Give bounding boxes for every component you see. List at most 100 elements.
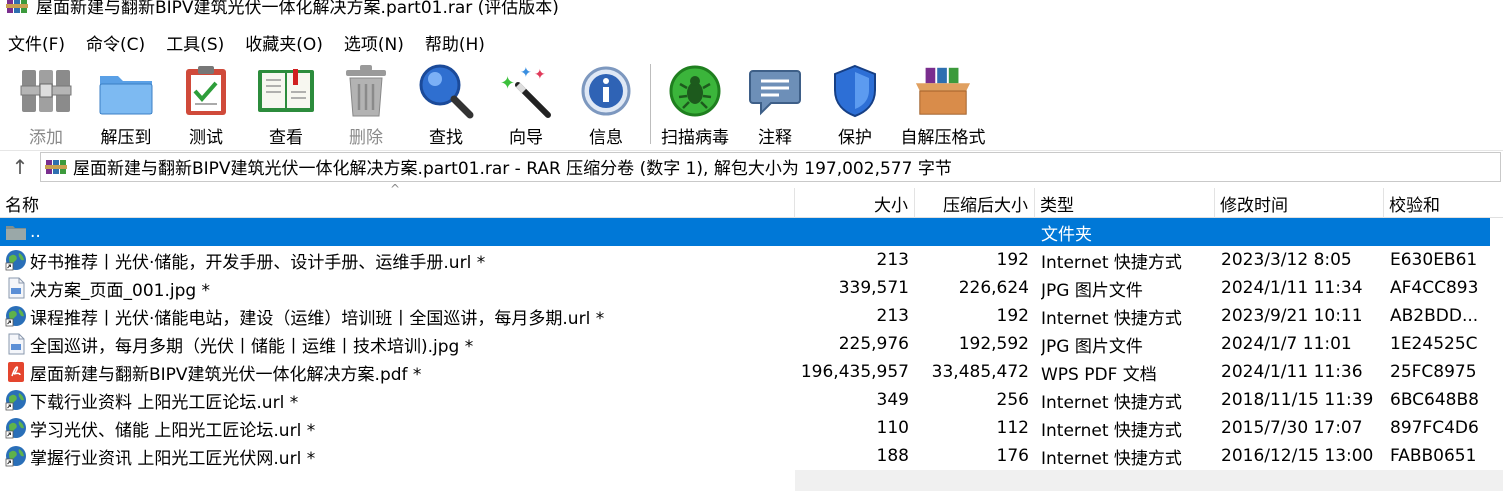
cell-type: 文件夹 bbox=[1041, 218, 1215, 246]
cell-type: JPG 图片文件 bbox=[1041, 330, 1215, 358]
delete-button[interactable]: 删除 bbox=[326, 58, 406, 150]
file-row[interactable]: 课程推荐丨光伏·储能电站，建设（运维）培训班丨全国巡讲，每月多期.url * 21… bbox=[0, 302, 1503, 330]
cell-size: 188 bbox=[795, 442, 909, 470]
svg-text:✦: ✦ bbox=[520, 65, 532, 81]
cell-name: 掌握行业资讯 上阳光工匠光伏网.url * bbox=[5, 442, 795, 470]
cell-size-text: 213 bbox=[876, 250, 909, 270]
cell-type-text: Internet 快捷方式 bbox=[1041, 420, 1182, 441]
file-row[interactable]: 屋面新建与翻新BIPV建筑光伏一体化解决方案.pdf * 196,435,957 3… bbox=[0, 358, 1503, 386]
address-bar: ↑ 屋面新建与翻新BIPV建筑光伏一体化解决方案.part01.rar - RA… bbox=[0, 150, 1503, 182]
column-header-row: ^ 名称 大小 压缩后大小 类型 修改时间 校验和 bbox=[0, 182, 1503, 218]
menu-favorites[interactable]: 收藏夹(O) bbox=[237, 30, 331, 55]
cell-modified-text: 2018/11/15 11:39 bbox=[1221, 390, 1374, 410]
svg-text:✦: ✦ bbox=[534, 67, 546, 83]
cell-name: 课程推荐丨光伏·储能电站，建设（运维）培训班丨全国巡讲，每月多期.url * bbox=[5, 302, 795, 330]
protect-button[interactable]: 保护 bbox=[815, 58, 895, 150]
cell-packed: 33,485,472 bbox=[915, 358, 1029, 386]
column-crc[interactable]: 校验和 bbox=[1384, 188, 1503, 218]
cell-crc-text: 1E24525C bbox=[1390, 334, 1478, 354]
column-packed-size[interactable]: 压缩后大小 bbox=[915, 188, 1035, 218]
menu-options[interactable]: 选项(N) bbox=[336, 30, 412, 55]
cell-name-text: 下载行业资料 上阳光工匠论坛.url * bbox=[30, 392, 299, 413]
column-type[interactable]: 类型 bbox=[1035, 188, 1215, 218]
cell-size: 213 bbox=[795, 302, 909, 330]
menu-help[interactable]: 帮助(H) bbox=[417, 30, 493, 55]
info-button[interactable]: 信息 bbox=[566, 58, 646, 150]
cell-crc: E630EB61 bbox=[1390, 246, 1486, 274]
comment-icon bbox=[746, 62, 804, 120]
internet-shortcut-icon bbox=[5, 305, 27, 327]
view-button[interactable]: 查看 bbox=[246, 58, 326, 150]
info-icon bbox=[577, 62, 635, 120]
cell-modified: 2024/1/7 11:01 bbox=[1221, 330, 1384, 358]
cell-size: 110 bbox=[795, 414, 909, 442]
cell-packed-text: 112 bbox=[996, 418, 1029, 438]
file-row[interactable]: 下载行业资料 上阳光工匠论坛.url * 349 256 Internet 快捷方式 2… bbox=[0, 386, 1503, 414]
cell-packed: 192 bbox=[915, 302, 1029, 330]
cell-type-text: JPG 图片文件 bbox=[1041, 280, 1143, 301]
cell-crc-text: E630EB61 bbox=[1390, 250, 1478, 270]
add-label: 添加 bbox=[29, 128, 63, 148]
cell-modified: 2015/7/30 17:07 bbox=[1221, 414, 1384, 442]
cell-modified: 2023/9/21 10:11 bbox=[1221, 302, 1384, 330]
toolbar: 添加 解压到 测试 查看 删除 查找 ✦ ✦ ✦ 向导 信息 扫描病毒 注释 保… bbox=[0, 58, 1503, 150]
cell-name-text: 决方案_页面_001.jpg * bbox=[30, 280, 211, 301]
archive-icon bbox=[45, 159, 67, 174]
shield-icon bbox=[826, 62, 884, 120]
comment-button[interactable]: 注释 bbox=[735, 58, 815, 150]
test-button[interactable]: 测试 bbox=[166, 58, 246, 150]
cell-crc-text: 897FC4D6 bbox=[1390, 418, 1479, 438]
cell-type-text: Internet 快捷方式 bbox=[1041, 252, 1182, 273]
cell-packed-text: 192,592 bbox=[958, 334, 1029, 354]
cell-crc: 6BC648B8 bbox=[1390, 386, 1486, 414]
cell-crc-text: 6BC648B8 bbox=[1390, 390, 1479, 410]
folder-icon bbox=[5, 221, 27, 243]
add-archive-icon bbox=[17, 62, 75, 120]
cell-name: 决方案_页面_001.jpg * bbox=[5, 274, 795, 302]
find-button[interactable]: 查找 bbox=[406, 58, 486, 150]
cell-name-text: 全国巡讲，每月多期（光伏丨储能丨运维丨技术培训).jpg * bbox=[30, 336, 474, 357]
list-empty-area bbox=[795, 470, 1503, 491]
wizard-button[interactable]: ✦ ✦ ✦ 向导 bbox=[486, 58, 566, 150]
menu-commands[interactable]: 命令(C) bbox=[78, 30, 153, 55]
file-row[interactable]: 学习光伏、储能 上阳光工匠论坛.url * 110 112 Internet 快捷方式… bbox=[0, 414, 1503, 442]
add-button[interactable]: 添加 bbox=[6, 58, 86, 150]
cell-size-text: 213 bbox=[876, 306, 909, 326]
internet-shortcut-icon bbox=[5, 249, 27, 271]
cell-crc bbox=[1390, 218, 1486, 246]
file-row[interactable]: 好书推荐丨光伏·储能，开发手册、设计手册、运维手册.url * 213 192 Int… bbox=[0, 246, 1503, 274]
virus-scan-button[interactable]: 扫描病毒 bbox=[655, 58, 735, 150]
cell-size: 213 bbox=[795, 246, 909, 274]
cell-size-text: 349 bbox=[876, 390, 909, 410]
test-label: 测试 bbox=[189, 128, 223, 148]
column-name[interactable]: 名称 bbox=[0, 188, 795, 218]
file-row[interactable]: 掌握行业资讯 上阳光工匠光伏网.url * 188 176 Internet 快捷方式… bbox=[0, 442, 1503, 470]
magnifier-icon bbox=[417, 62, 475, 120]
cell-crc: FABB0651 bbox=[1390, 442, 1486, 470]
toolbar-separator bbox=[650, 64, 651, 144]
column-size[interactable]: 大小 bbox=[795, 188, 915, 218]
file-row[interactable]: 决方案_页面_001.jpg * 339,571 226,624 JPG 图片文件 20… bbox=[0, 274, 1503, 302]
extract-button[interactable]: 解压到 bbox=[86, 58, 166, 150]
cell-modified: 2024/1/11 11:34 bbox=[1221, 274, 1384, 302]
cell-type: WPS PDF 文档 bbox=[1041, 358, 1215, 386]
up-arrow-icon[interactable]: ↑ bbox=[0, 152, 40, 182]
cell-crc-text: FABB0651 bbox=[1390, 446, 1477, 466]
cell-name-text: 掌握行业资讯 上阳光工匠光伏网.url * bbox=[30, 448, 316, 469]
cell-size bbox=[795, 218, 909, 246]
column-modified[interactable]: 修改时间 bbox=[1215, 188, 1384, 218]
cell-type: Internet 快捷方式 bbox=[1041, 386, 1215, 414]
menu-file[interactable]: 文件(F) bbox=[0, 30, 73, 55]
cell-type: Internet 快捷方式 bbox=[1041, 414, 1215, 442]
file-row[interactable]: 全国巡讲，每月多期（光伏丨储能丨运维丨技术培训).jpg * 225,976 192… bbox=[0, 330, 1503, 358]
parent-folder-row[interactable]: .. 文件夹 bbox=[0, 218, 1503, 246]
archive-path-text: 屋面新建与翻新BIPV建筑光伏一体化解决方案.part01.rar - RAR … bbox=[73, 159, 952, 179]
sfx-box-icon bbox=[914, 62, 972, 120]
cell-type: JPG 图片文件 bbox=[1041, 274, 1215, 302]
cell-modified-text: 2015/7/30 17:07 bbox=[1221, 418, 1363, 438]
menu-tools[interactable]: 工具(S) bbox=[158, 30, 232, 55]
cell-name-text: 好书推荐丨光伏·储能，开发手册、设计手册、运维手册.url * bbox=[30, 252, 486, 273]
archive-path-field[interactable]: 屋面新建与翻新BIPV建筑光伏一体化解决方案.part01.rar - RAR … bbox=[40, 151, 1501, 182]
sfx-button[interactable]: 自解压格式 bbox=[895, 58, 991, 150]
cell-name: 好书推荐丨光伏·储能，开发手册、设计手册、运维手册.url * bbox=[5, 246, 795, 274]
